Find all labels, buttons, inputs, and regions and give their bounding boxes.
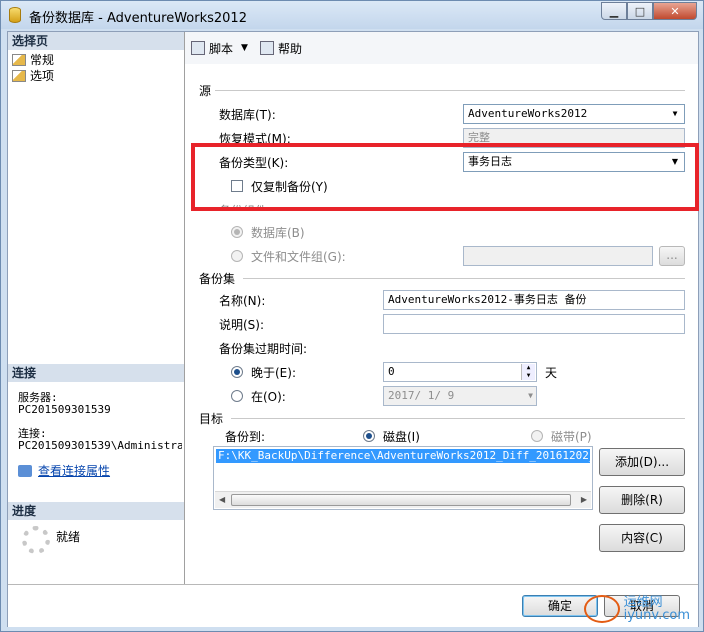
remove-destination-button[interactable]: 删除(R) bbox=[599, 486, 685, 514]
chevron-down-icon: ▼ bbox=[672, 109, 678, 118]
spin-up-icon[interactable]: ▲ bbox=[521, 364, 535, 372]
component-database-radio[interactable] bbox=[231, 226, 243, 238]
backup-to-label: 备份到: bbox=[225, 430, 266, 444]
watermark-logo: 运维网 iyunv.com bbox=[583, 595, 690, 623]
page-item-label: 常规 bbox=[30, 53, 55, 67]
progress-status: 就绪 bbox=[56, 530, 81, 544]
database-icon bbox=[9, 7, 21, 23]
view-connection-properties-link[interactable]: 查看连接属性 bbox=[18, 462, 110, 479]
component-files-radio[interactable] bbox=[231, 250, 243, 262]
expire-days-input[interactable]: 0 ▲ ▼ bbox=[383, 362, 537, 382]
expire-date-picker: 2017/ 1/ 9 ▼ bbox=[383, 386, 537, 406]
description-label: 说明(S): bbox=[219, 318, 265, 332]
minimize-button[interactable]: ▁ bbox=[601, 2, 627, 20]
toolbar: 脚本 ▼ 帮助 bbox=[185, 32, 698, 64]
expire-after-radio[interactable] bbox=[231, 366, 243, 378]
help-button[interactable]: 帮助 bbox=[259, 40, 302, 57]
help-icon bbox=[259, 41, 274, 55]
expire-on-radio[interactable] bbox=[231, 390, 243, 402]
script-icon bbox=[191, 41, 205, 55]
disk-radio[interactable] bbox=[363, 430, 375, 442]
backup-set-divider bbox=[243, 278, 685, 279]
server-value: PC201509301539 bbox=[18, 403, 111, 416]
destination-path-item[interactable]: F:\KK_BackUp\Difference\AdventureWorks20… bbox=[216, 449, 590, 463]
maximize-button[interactable]: □ bbox=[627, 2, 653, 20]
watermark-line2: iyunv.com bbox=[623, 608, 690, 623]
scroll-right-icon[interactable]: ▶ bbox=[581, 495, 587, 504]
connection-properties-icon bbox=[18, 464, 32, 477]
tape-radio[interactable] bbox=[531, 430, 543, 442]
component-files-label: 文件和文件组(G): bbox=[251, 250, 346, 264]
watermark-text: 运维网 iyunv.com bbox=[624, 596, 690, 622]
horizontal-scrollbar[interactable]: ◀ ▶ bbox=[215, 491, 591, 508]
expire-label: 备份集过期时间: bbox=[219, 342, 308, 356]
page-item-options[interactable]: 选项 bbox=[12, 68, 54, 83]
source-divider bbox=[215, 90, 685, 91]
connection-header: 连接 bbox=[8, 364, 184, 382]
spin-down-icon[interactable]: ▼ bbox=[521, 372, 535, 380]
tape-label: 磁带(P) bbox=[551, 430, 592, 444]
days-spinner[interactable]: ▲ ▼ bbox=[521, 364, 535, 380]
close-button[interactable]: ✕ bbox=[653, 2, 697, 20]
window-title: 备份数据库 - AdventureWorks2012 bbox=[29, 11, 247, 26]
select-page-header: 选择页 bbox=[8, 32, 184, 50]
database-value: AdventureWorks2012 bbox=[468, 107, 588, 120]
after-label: 晚于(E): bbox=[251, 366, 296, 380]
chevron-down-icon[interactable]: ▼ bbox=[241, 43, 248, 53]
browse-files-button[interactable]: ... bbox=[659, 246, 685, 266]
dialog-client: 选择页 常规 选项 连接 服务器: PC201509301539 连接: PC2… bbox=[7, 31, 699, 627]
connection-label: 连接: bbox=[18, 427, 47, 440]
connection-value: PC201509301539\Administrato bbox=[18, 440, 182, 452]
watermark-icon bbox=[583, 595, 620, 623]
window-controls: ▁ □ ✕ bbox=[601, 2, 697, 20]
contents-button[interactable]: 内容(C) bbox=[599, 524, 685, 552]
highlight-box bbox=[191, 143, 699, 211]
calendar-dropdown-icon: ▼ bbox=[528, 391, 533, 400]
footer-bar: 确定 取消 运维网 iyunv.com bbox=[8, 584, 698, 627]
destination-divider bbox=[231, 418, 685, 419]
database-label: 数据库(T): bbox=[219, 108, 276, 122]
description-input[interactable] bbox=[383, 314, 685, 334]
scroll-left-icon[interactable]: ◀ bbox=[219, 495, 225, 504]
progress-header: 进度 bbox=[8, 502, 184, 520]
add-destination-button[interactable]: 添加(D)... bbox=[599, 448, 685, 476]
database-combobox[interactable]: AdventureWorks2012 ▼ bbox=[463, 104, 685, 124]
view-connection-properties-label: 查看连接属性 bbox=[38, 464, 111, 478]
expire-date-value: 2017/ 1/ 9 bbox=[388, 389, 455, 402]
script-label: 脚本 bbox=[209, 41, 234, 56]
page-item-label: 选项 bbox=[30, 69, 55, 83]
on-label: 在(O): bbox=[251, 390, 286, 404]
script-button[interactable]: 脚本 ▼ bbox=[191, 40, 254, 57]
help-label: 帮助 bbox=[277, 41, 302, 56]
page-icon bbox=[12, 53, 26, 66]
page-icon bbox=[12, 69, 26, 82]
progress-spinner-icon bbox=[22, 526, 50, 554]
backup-set-name-input[interactable]: AdventureWorks2012-事务日志 备份 bbox=[383, 290, 685, 310]
files-filegroups-field bbox=[463, 246, 653, 266]
right-pane: 脚本 ▼ 帮助 源 数据库(T): AdventureWorks2012 ▼ 恢… bbox=[185, 32, 698, 584]
backup-set-group-label: 备份集 bbox=[199, 272, 236, 286]
left-pane: 选择页 常规 选项 连接 服务器: PC201509301539 连接: PC2… bbox=[8, 32, 185, 584]
name-label: 名称(N): bbox=[219, 294, 266, 308]
expire-days-value: 0 bbox=[388, 365, 395, 378]
scrollbar-thumb[interactable] bbox=[231, 494, 571, 506]
days-label: 天 bbox=[545, 366, 558, 380]
destination-group-label: 目标 bbox=[199, 412, 224, 426]
destination-list[interactable]: F:\KK_BackUp\Difference\AdventureWorks20… bbox=[213, 446, 593, 510]
title-bar[interactable]: 备份数据库 - AdventureWorks2012 ▁ □ ✕ bbox=[1, 1, 703, 29]
backup-database-dialog: 备份数据库 - AdventureWorks2012 ▁ □ ✕ 选择页 常规 … bbox=[0, 0, 704, 632]
component-database-label: 数据库(B) bbox=[251, 226, 305, 240]
source-group-label: 源 bbox=[199, 84, 212, 98]
disk-label: 磁盘(I) bbox=[383, 430, 420, 444]
page-item-general[interactable]: 常规 bbox=[12, 52, 54, 67]
